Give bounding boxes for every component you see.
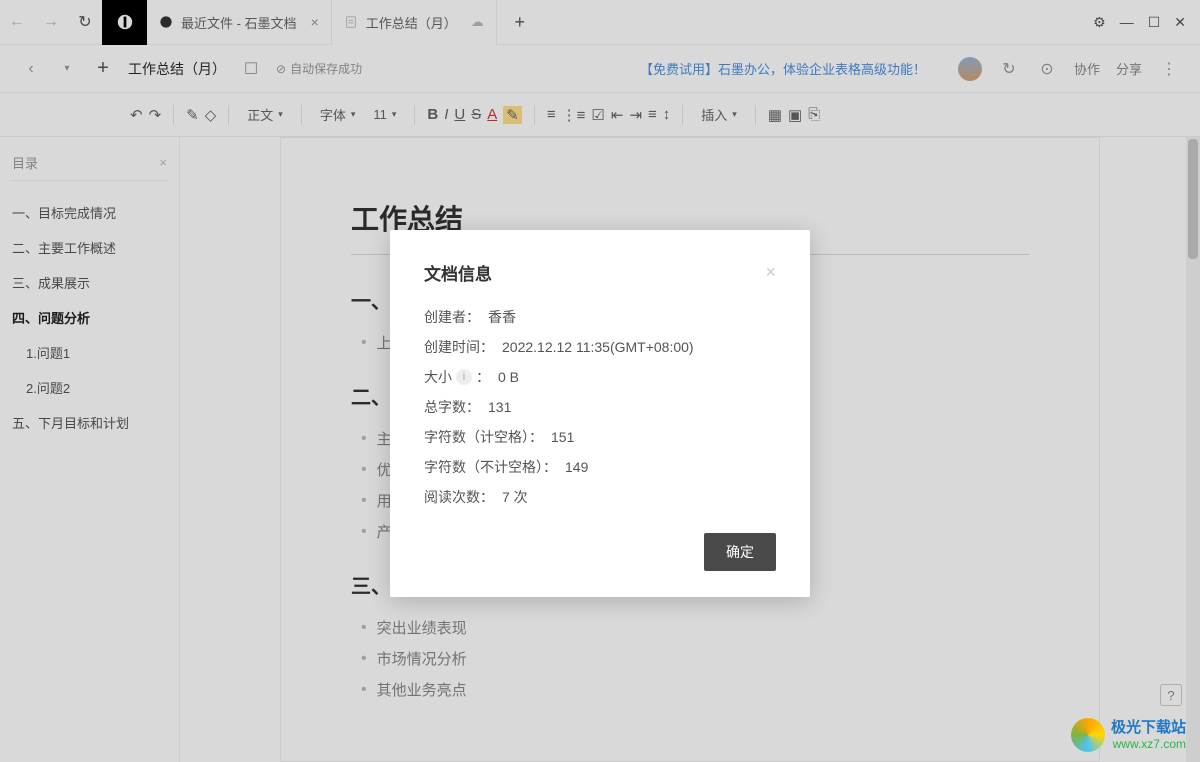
created-label: 创建时间： (424, 337, 494, 357)
info-icon[interactable]: i (456, 369, 472, 385)
size-label: 大小 (424, 367, 452, 387)
dialog-title: 文档信息 (424, 260, 492, 285)
confirm-button[interactable]: 确定 (704, 533, 776, 571)
chars-sp-label: 字符数（计空格）： (424, 427, 543, 447)
reads-value: 7 次 (502, 487, 528, 507)
creator-label: 创建者： (424, 307, 480, 327)
reads-label: 阅读次数： (424, 487, 494, 507)
chars-nsp-value: 149 (565, 459, 588, 475)
close-icon[interactable]: × (765, 262, 776, 283)
watermark-url: www.xz7.com (1111, 737, 1186, 751)
size-value: 0 B (498, 369, 519, 385)
modal-overlay: 文档信息 × 创建者： 香香 创建时间： 2022.12.12 11:35(GMT+… (0, 0, 1200, 762)
creator-value: 香香 (488, 307, 516, 327)
watermark-cn: 极光下载站 (1111, 719, 1186, 737)
words-value: 131 (488, 399, 511, 415)
chars-nsp-label: 字符数（不计空格）： (424, 457, 557, 477)
words-label: 总字数： (424, 397, 480, 417)
doc-info-dialog: 文档信息 × 创建者： 香香 创建时间： 2022.12.12 11:35(GMT+… (390, 230, 810, 597)
watermark: 极光下载站 www.xz7.com (1071, 718, 1186, 752)
watermark-logo-icon (1071, 718, 1105, 752)
chars-sp-value: 151 (551, 429, 574, 445)
created-value: 2022.12.12 11:35(GMT+08:00) (502, 339, 694, 355)
